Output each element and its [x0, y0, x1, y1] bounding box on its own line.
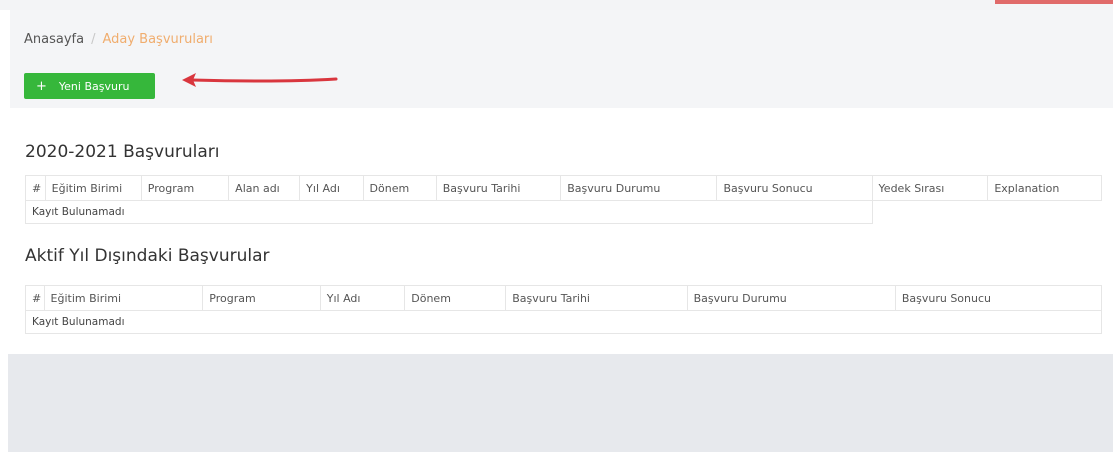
column-header[interactable]: Dönem — [362, 175, 437, 201]
column-header[interactable]: Eğitim Birimi — [44, 175, 142, 201]
new-application-button-label: Yeni Başvuru — [58, 79, 130, 93]
column-header[interactable]: # — [25, 175, 46, 201]
table-row-empty: Kayıt Bulunamadı — [25, 310, 1102, 334]
column-header[interactable]: Başvuru Tarihi — [505, 285, 688, 311]
column-header[interactable]: Yıl Adı — [299, 175, 364, 201]
breadcrumb-separator: / — [91, 32, 96, 47]
page-header: Anasayfa / Aday Başvuruları + Yeni Başvuru — [10, 10, 1113, 108]
empty-message: Kayıt Bulunamadı — [25, 310, 1102, 334]
red-arrow-icon — [182, 73, 338, 87]
breadcrumb-home-link[interactable]: Anasayfa — [24, 32, 84, 47]
table-row-empty: Kayıt Bulunamadı — [25, 200, 1102, 224]
section-title-current-year: 2020-2021 Başvuruları — [25, 142, 220, 162]
empty-filler — [872, 200, 1102, 224]
column-header[interactable]: Alan adı — [228, 175, 301, 201]
column-header[interactable]: Dönem — [404, 285, 507, 311]
empty-message: Kayıt Bulunamadı — [25, 200, 873, 224]
current-year-applications-table: # Eğitim Birimi Program Alan adı Yıl Adı… — [25, 175, 1102, 224]
table-header-row: # Eğitim Birimi Program Yıl Adı Dönem Ba… — [25, 285, 1103, 311]
other-years-applications-table: # Eğitim Birimi Program Yıl Adı Dönem Ba… — [25, 285, 1103, 334]
breadcrumb-current: Aday Başvuruları — [102, 32, 213, 47]
column-header[interactable]: Yedek Sırası — [871, 175, 989, 201]
plus-icon: + — [36, 78, 47, 94]
column-header[interactable]: Program — [202, 285, 321, 311]
table-header-row: # Eğitim Birimi Program Alan adı Yıl Adı… — [25, 175, 1102, 201]
column-header[interactable]: Program — [140, 175, 230, 201]
column-header[interactable]: Başvuru Durumu — [560, 175, 718, 201]
column-header[interactable]: Explanation — [987, 175, 1102, 201]
column-header[interactable]: # — [25, 285, 45, 311]
page-footer-area — [8, 354, 1113, 452]
top-accent-bar — [995, 0, 1113, 4]
column-header[interactable]: Yıl Adı — [319, 285, 406, 311]
new-application-button[interactable]: + Yeni Başvuru — [24, 73, 155, 99]
column-header[interactable]: Eğitim Birimi — [43, 285, 204, 311]
section-title-other-years: Aktif Yıl Dışındaki Başvurular — [25, 246, 270, 266]
column-header[interactable]: Başvuru Durumu — [686, 285, 896, 311]
column-header[interactable]: Başvuru Tarihi — [435, 175, 562, 201]
top-strip — [0, 0, 1113, 10]
column-header[interactable]: Başvuru Sonucu — [894, 285, 1103, 311]
column-header[interactable]: Başvuru Sonucu — [716, 175, 873, 201]
breadcrumb: Anasayfa / Aday Başvuruları — [24, 32, 213, 47]
